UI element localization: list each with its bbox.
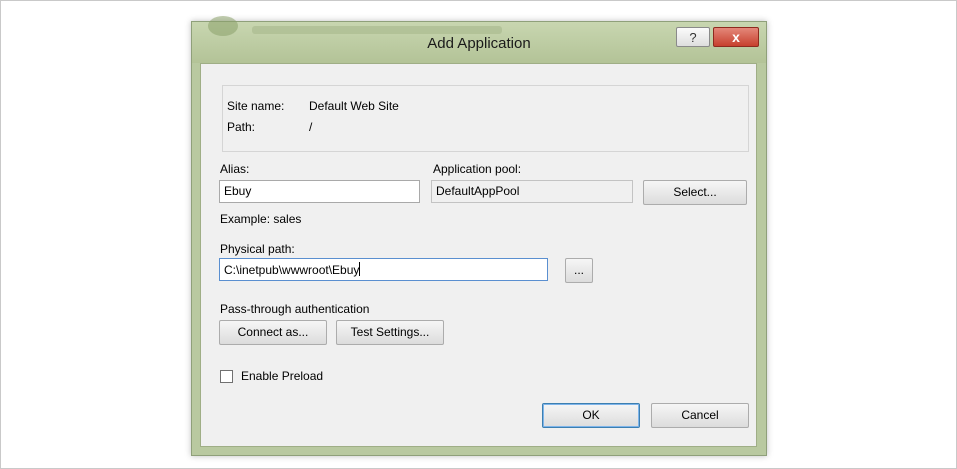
physical-path-label: Physical path: — [220, 242, 295, 256]
help-button[interactable]: ? — [676, 27, 710, 47]
site-name-label: Site name: — [227, 99, 285, 113]
browse-path-button[interactable]: ... — [565, 258, 593, 283]
alias-example: Example: sales — [220, 212, 302, 226]
path-label: Path: — [227, 120, 256, 134]
title-bar[interactable]: Add Application ? x — [192, 16, 766, 63]
cancel-button[interactable]: Cancel — [651, 403, 749, 428]
enable-preload-checkbox[interactable] — [220, 370, 233, 383]
ok-button[interactable]: OK — [542, 403, 640, 428]
application-pool-field: DefaultAppPool — [431, 180, 633, 203]
add-application-dialog: Add Application ? x Site name: Default W… — [191, 16, 767, 456]
close-button[interactable]: x — [713, 27, 759, 47]
enable-preload-label[interactable]: Enable Preload — [241, 369, 323, 383]
path-value: / — [309, 120, 313, 134]
select-app-pool-button[interactable]: Select... — [643, 180, 747, 205]
site-name-value: Default Web Site — [309, 99, 399, 113]
background-app-icon — [208, 16, 238, 36]
close-icon: x — [732, 29, 740, 45]
site-info-box: Site name: Default Web Site Path: / — [222, 85, 749, 152]
pass-through-auth-label: Pass-through authentication — [220, 302, 370, 316]
dialog-client-area: Site name: Default Web Site Path: / Alia… — [200, 63, 757, 447]
application-pool-label: Application pool: — [433, 162, 522, 176]
background-window-blur — [252, 26, 502, 34]
alias-label: Alias: — [220, 162, 250, 176]
alias-input[interactable]: Ebuy — [219, 180, 420, 203]
test-settings-button[interactable]: Test Settings... — [336, 320, 444, 345]
help-icon: ? — [689, 30, 697, 45]
connect-as-button[interactable]: Connect as... — [219, 320, 327, 345]
text-caret — [359, 262, 361, 276]
physical-path-input[interactable]: C:\inetpub\wwwroot\Ebuy — [219, 258, 548, 281]
